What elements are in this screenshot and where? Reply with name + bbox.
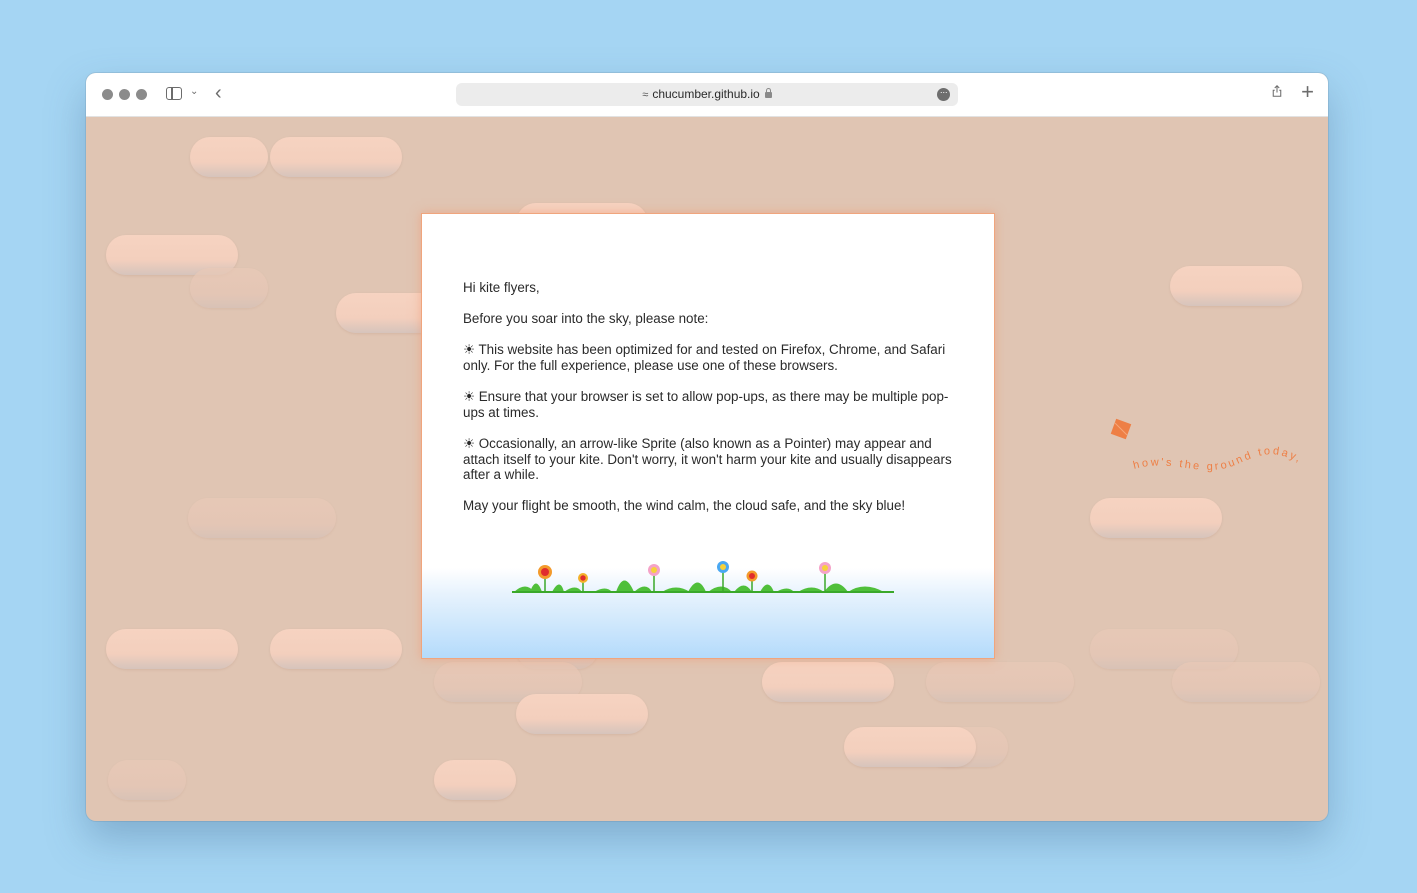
chevron-down-icon[interactable]: ⌄ [190, 86, 198, 97]
cloud [516, 694, 648, 734]
sidebar-icon[interactable] [166, 87, 182, 100]
address-bar[interactable]: ≈ chucumber.github.io ··· [456, 83, 958, 106]
kite-icon[interactable]: how's the ground today, [1106, 417, 1316, 477]
url-text: chucumber.github.io [652, 87, 760, 101]
cloud [762, 662, 894, 702]
back-icon[interactable]: ‹ [215, 82, 222, 105]
notice-bullet: ☀ This website has been optimized for an… [463, 342, 946, 373]
address-bar-content: ≈ chucumber.github.io [456, 87, 958, 101]
minimize-window-button[interactable] [119, 89, 130, 100]
notice-popup: Hi kite flyers, Before you soar into the… [421, 213, 995, 659]
zoom-window-button[interactable] [136, 89, 147, 100]
cloud [188, 498, 336, 538]
notice-greeting: Hi kite flyers, [463, 280, 540, 295]
cloud [270, 629, 402, 669]
cloud [1090, 498, 1222, 538]
site-icon: ≈ [642, 89, 649, 101]
close-window-button[interactable] [102, 89, 113, 100]
cloud [108, 760, 186, 800]
cloud [434, 760, 516, 800]
cloud [1172, 662, 1320, 702]
notice-bullet: ☀ Ensure that your browser is set to all… [463, 389, 949, 420]
cloud [270, 137, 402, 177]
cloud [190, 137, 268, 177]
share-icon[interactable] [1271, 85, 1283, 97]
browser-window: ⌄ ‹ ≈ chucumber.github.io ··· + Hi kite … [86, 73, 1328, 821]
flower-icon [512, 561, 894, 593]
notice-intro: Before you soar into the sky, please not… [463, 311, 709, 327]
more-icon[interactable]: ··· [937, 88, 950, 101]
cloud [106, 629, 238, 669]
window-controls [102, 89, 147, 100]
browser-toolbar: ⌄ ‹ ≈ chucumber.github.io ··· + [86, 73, 1328, 117]
cloud [844, 727, 976, 767]
page-viewport: Hi kite flyers, Before you soar into the… [86, 117, 1328, 821]
notice-closing: May your flight be smooth, the wind calm… [463, 498, 906, 514]
cloud [926, 662, 1074, 702]
notice-bullet: ☀ Occasionally, an arrow-like Sprite (al… [463, 435, 952, 483]
kite[interactable]: how's the ground today, [1106, 417, 1316, 477]
plus-icon[interactable]: + [1301, 79, 1314, 105]
kite-caption: how's the ground today, [1132, 445, 1304, 473]
lock-icon [764, 88, 772, 98]
cloud [190, 268, 268, 308]
cloud [1170, 266, 1302, 306]
notice-text: Hi kite flyers, Before you soar into the… [463, 280, 953, 530]
